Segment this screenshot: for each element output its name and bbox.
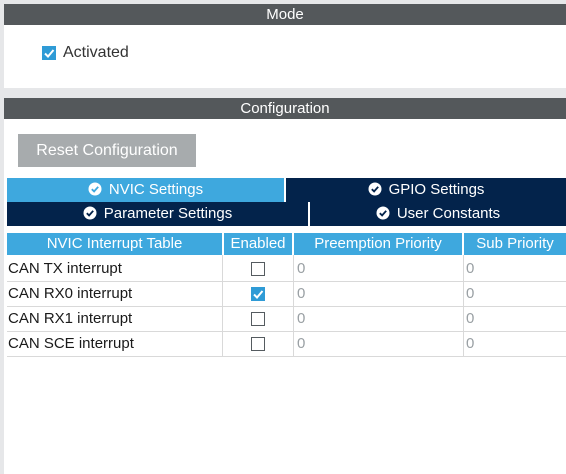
tab-nvic-settings-label: NVIC Settings <box>108 181 204 198</box>
column-header-interrupt[interactable]: NVIC Interrupt Table <box>7 233 222 255</box>
interrupt-name: CAN RX1 interrupt <box>8 310 133 327</box>
activated-checkbox[interactable] <box>42 46 56 60</box>
mode-header: Mode <box>4 4 566 25</box>
tab-gpio-settings-label: GPIO Settings <box>388 181 485 198</box>
column-header-sub-priority[interactable]: Sub Priority <box>464 233 566 255</box>
tab-parameter-settings[interactable]: Parameter Settings <box>7 202 308 226</box>
table-row: CAN TX interrupt 0 0 <box>7 256 566 282</box>
interrupt-name: CAN RX0 interrupt <box>8 285 133 302</box>
sub-priority-value[interactable]: 0 <box>466 256 474 281</box>
tab-gpio-settings[interactable]: GPIO Settings <box>286 178 566 202</box>
configuration-header: Configuration <box>4 98 566 119</box>
sub-priority-value[interactable]: 0 <box>466 331 474 356</box>
checkmark-icon <box>253 290 264 299</box>
tab-nvic-settings[interactable]: NVIC Settings <box>7 178 284 202</box>
column-header-preemption-priority[interactable]: Preemption Priority <box>294 233 462 255</box>
enabled-checkbox[interactable] <box>251 337 265 351</box>
reset-configuration-button[interactable]: Reset Configuration <box>18 134 196 167</box>
tab-parameter-settings-label: Parameter Settings <box>103 205 233 222</box>
table-row: CAN RX1 interrupt 0 0 <box>7 306 566 332</box>
sub-priority-value[interactable]: 0 <box>466 306 474 331</box>
tab-user-constants[interactable]: User Constants <box>310 202 566 226</box>
mode-panel: Mode Activated <box>4 4 566 88</box>
enabled-checkbox[interactable] <box>251 287 265 301</box>
preemption-priority-value[interactable]: 0 <box>297 281 305 306</box>
enabled-checkbox[interactable] <box>251 262 265 276</box>
check-circle-icon <box>368 182 382 196</box>
check-circle-icon <box>376 206 390 220</box>
table-row: CAN RX0 interrupt 0 0 <box>7 281 566 307</box>
sub-priority-value[interactable]: 0 <box>466 281 474 306</box>
checkmark-icon <box>44 49 55 58</box>
preemption-priority-value[interactable]: 0 <box>297 306 305 331</box>
check-circle-icon <box>83 206 97 220</box>
column-header-enabled[interactable]: Enabled <box>224 233 292 255</box>
enabled-checkbox[interactable] <box>251 312 265 326</box>
table-row: CAN SCE interrupt 0 0 <box>7 331 566 357</box>
tab-user-constants-label: User Constants <box>396 205 501 222</box>
activated-label[interactable]: Activated <box>63 44 129 62</box>
preemption-priority-value[interactable]: 0 <box>297 331 305 356</box>
interrupt-name: CAN TX interrupt <box>8 260 122 277</box>
preemption-priority-value[interactable]: 0 <box>297 256 305 281</box>
check-circle-icon <box>88 182 102 196</box>
interrupt-name: CAN SCE interrupt <box>8 335 134 352</box>
